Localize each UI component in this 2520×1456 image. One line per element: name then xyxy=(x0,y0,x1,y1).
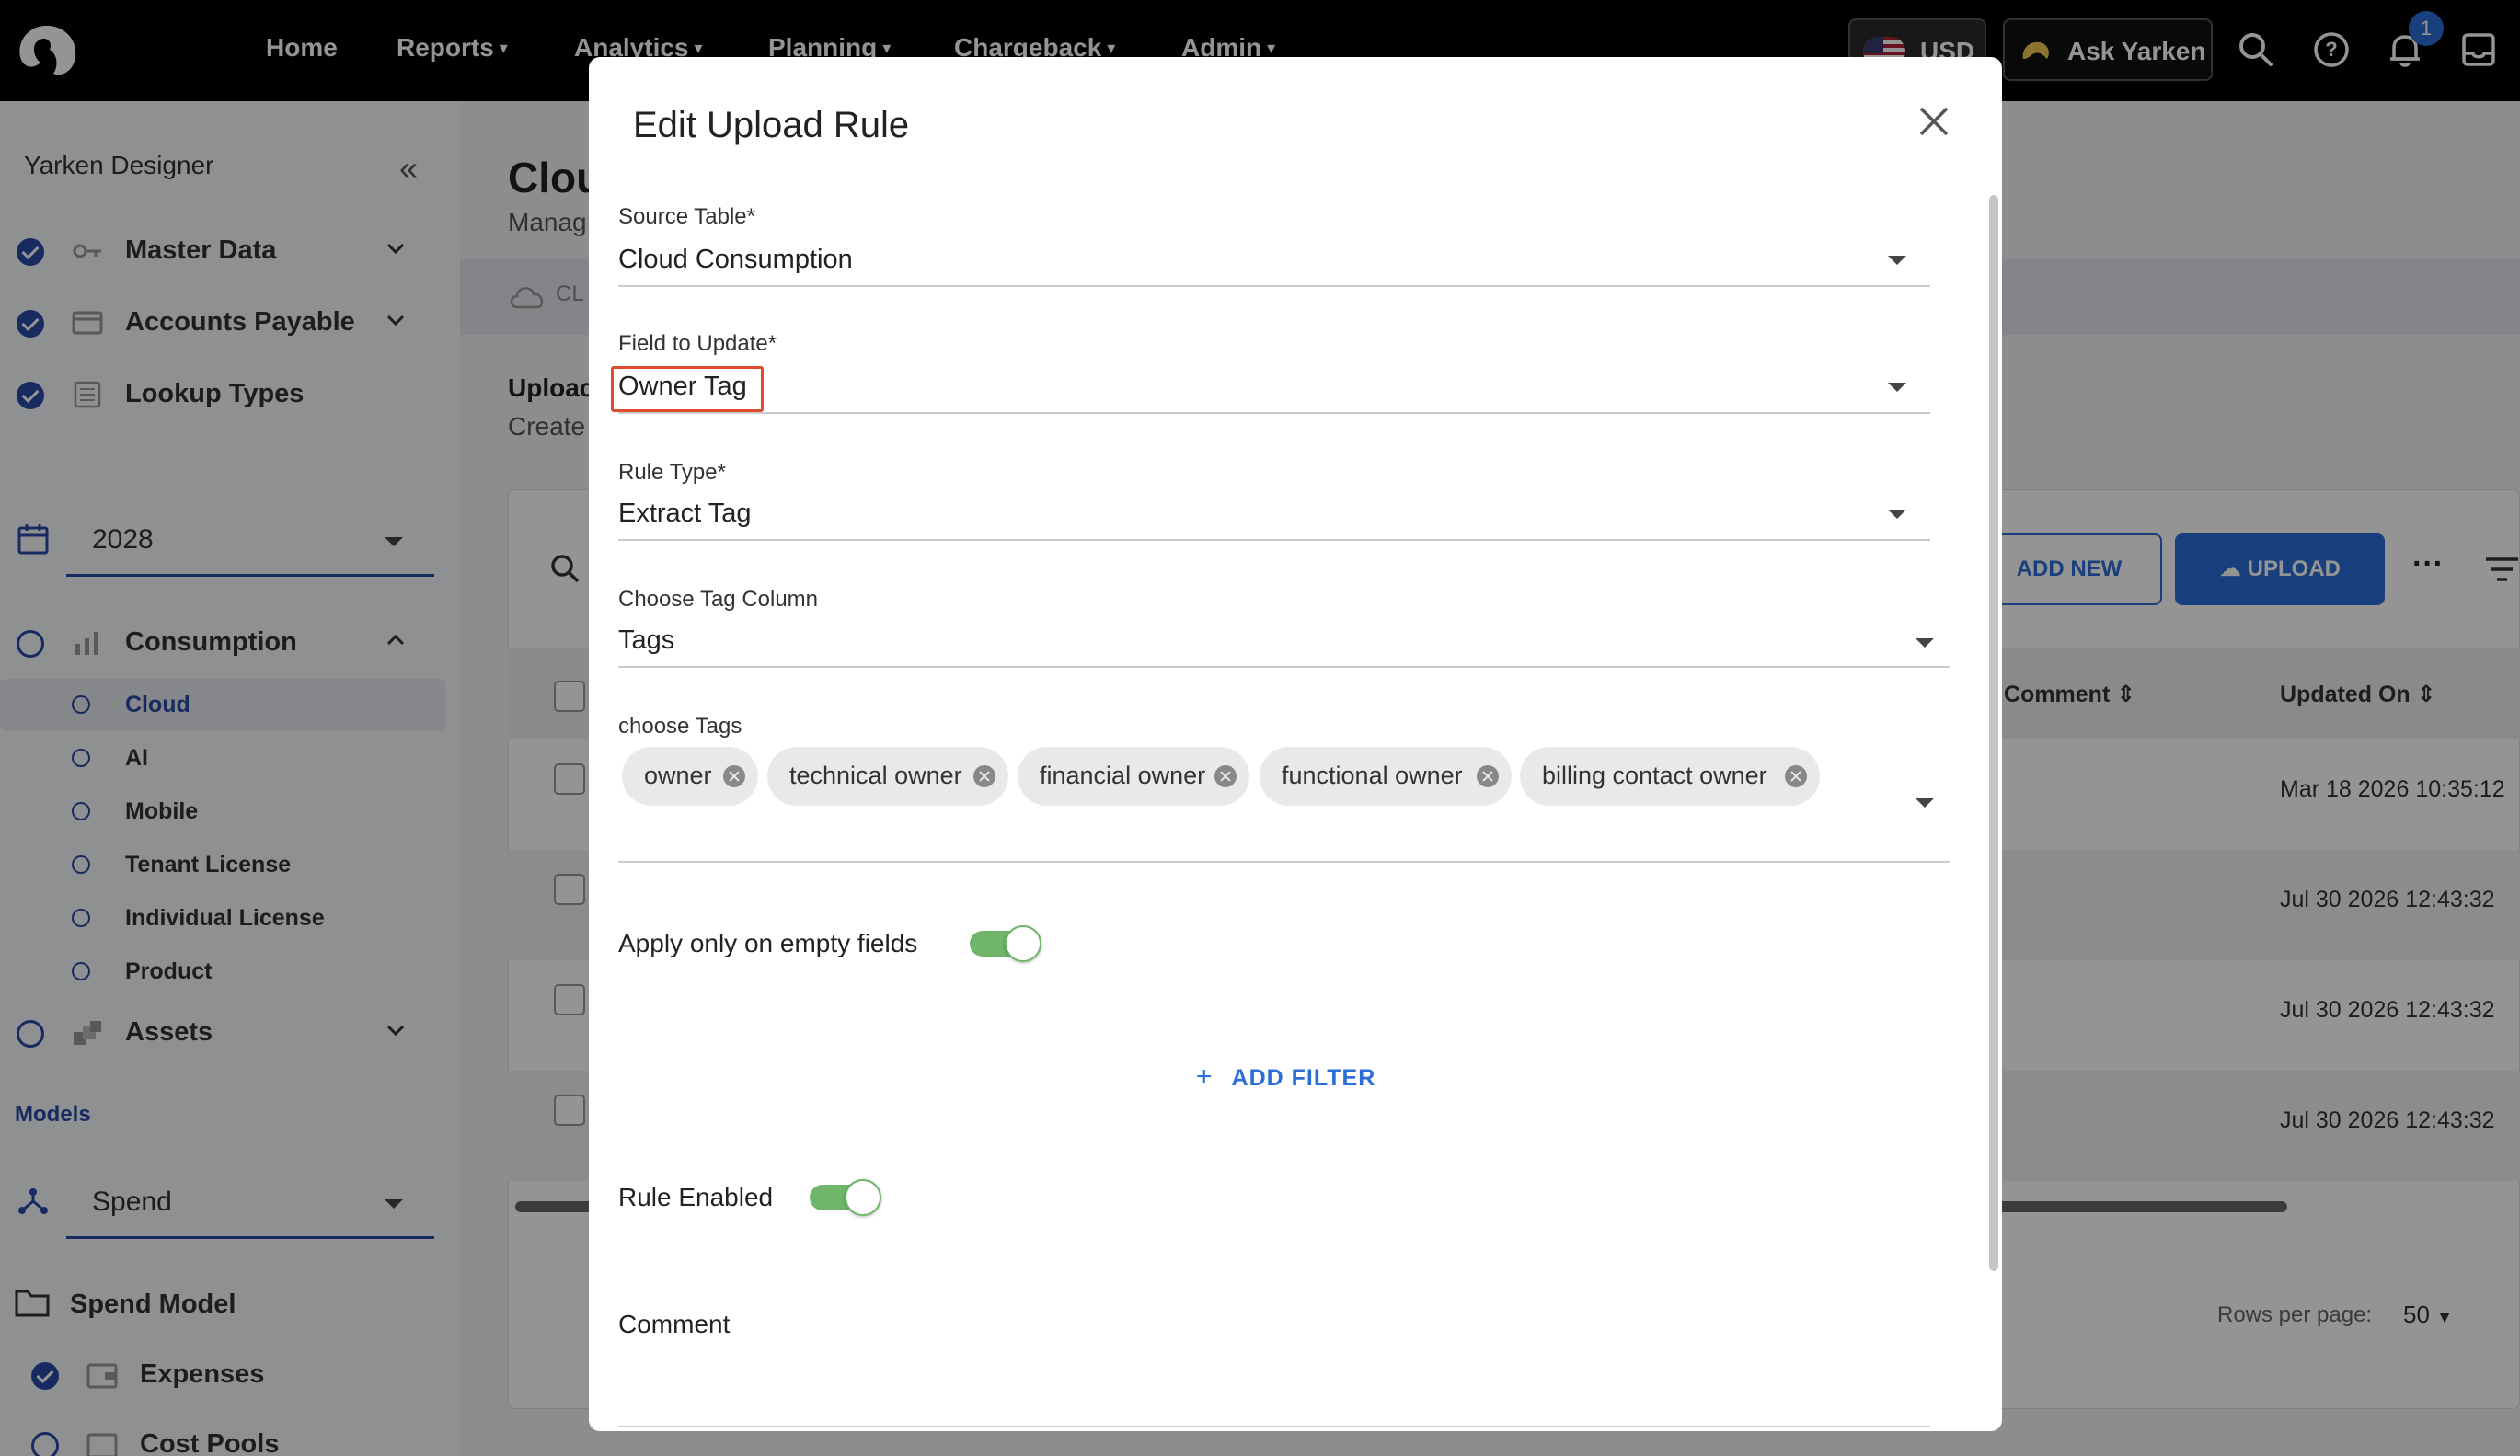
tag-chip-financial-owner[interactable]: financial owner xyxy=(1018,747,1249,806)
source-table-select[interactable]: Cloud Consumption xyxy=(618,245,853,275)
add-filter-button[interactable]: + ADD FILTER xyxy=(1196,1061,1375,1093)
dialog-title: Edit Upload Rule xyxy=(633,105,910,145)
caret-down-icon xyxy=(1888,256,1906,265)
field-to-update-label: Field to Update* xyxy=(618,331,777,356)
caret-down-icon xyxy=(1916,638,1934,648)
edit-upload-rule-dialog: Edit Upload Rule Source Table* Cloud Con… xyxy=(589,57,2002,1431)
dialog-scrollbar[interactable] xyxy=(1989,195,1998,1271)
source-table-label: Source Table* xyxy=(618,204,755,229)
tag-column-underline xyxy=(618,666,1950,668)
field-to-update-underline xyxy=(618,412,1930,414)
remove-chip-icon[interactable] xyxy=(1214,765,1237,787)
source-table-underline xyxy=(618,285,1930,287)
apply-empty-label: Apply only on empty fields xyxy=(618,929,918,957)
apply-empty-toggle[interactable] xyxy=(970,925,1041,962)
rule-type-label: Rule Type* xyxy=(618,460,726,485)
plus-icon: + xyxy=(1196,1061,1214,1092)
remove-chip-icon[interactable] xyxy=(1477,765,1499,787)
tag-chip-owner[interactable]: owner xyxy=(622,747,758,806)
remove-chip-icon[interactable] xyxy=(973,765,995,787)
tag-column-select[interactable]: Tags xyxy=(618,625,674,656)
rule-type-select[interactable]: Extract Tag xyxy=(618,499,752,529)
close-icon[interactable] xyxy=(1916,103,1952,140)
choose-tags-label: choose Tags xyxy=(618,714,742,739)
tag-column-label: Choose Tag Column xyxy=(618,587,819,612)
tag-chip-billing-contact-owner[interactable]: billing contact owner xyxy=(1520,747,1820,806)
caret-down-icon xyxy=(1888,510,1906,519)
comment-label: Comment xyxy=(618,1310,731,1338)
rule-enabled-toggle[interactable] xyxy=(810,1179,881,1216)
rule-type-underline xyxy=(618,539,1930,541)
caret-down-icon xyxy=(1888,383,1906,392)
caret-down-icon[interactable] xyxy=(1916,798,1934,808)
rule-enabled-label: Rule Enabled xyxy=(618,1183,774,1211)
comment-underline xyxy=(618,1426,1930,1427)
highlight-box xyxy=(611,366,764,412)
remove-chip-icon[interactable] xyxy=(723,765,745,787)
tag-chip-functional-owner[interactable]: functional owner xyxy=(1260,747,1512,806)
remove-chip-icon[interactable] xyxy=(1785,765,1807,787)
tag-chip-technical-owner[interactable]: technical owner xyxy=(767,747,1008,806)
choose-tags-underline xyxy=(618,861,1950,863)
